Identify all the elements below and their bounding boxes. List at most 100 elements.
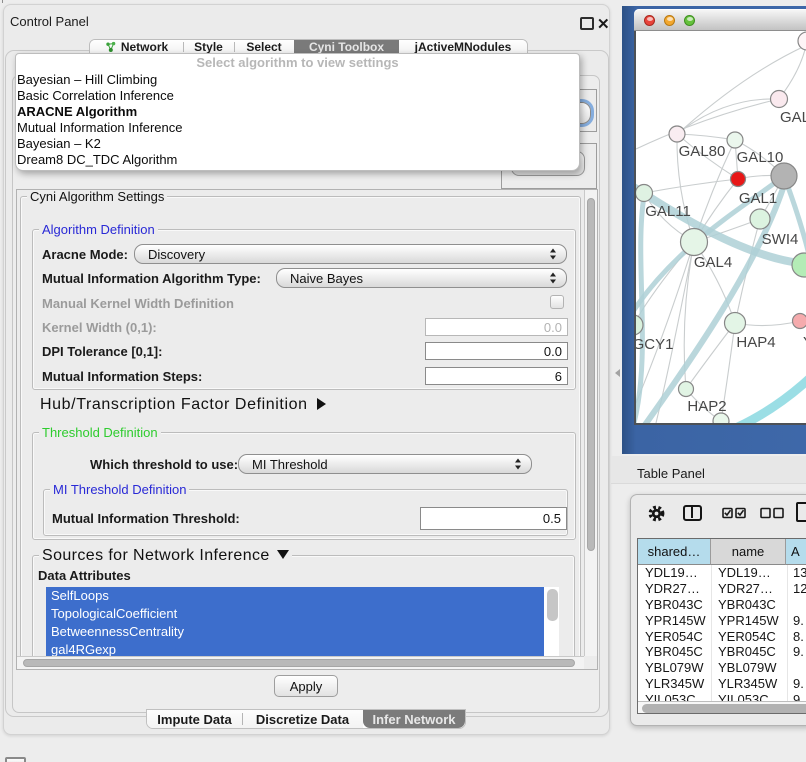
bottom-tab-bar: Impute DataDiscretize DataInfer Network xyxy=(146,709,466,729)
minimize-traffic-light-icon[interactable] xyxy=(664,15,675,26)
node-gal11[interactable] xyxy=(636,185,653,202)
algorithm-option-dream8-dc-tdc-algorithm[interactable]: Dream8 DC_TDC Algorithm xyxy=(16,152,579,168)
network-edge[interactable] xyxy=(677,134,735,140)
gear-icon[interactable] xyxy=(647,504,666,523)
table-row[interactable]: YIL053CYIL053C9 xyxy=(638,691,806,701)
table-row[interactable]: YBR043CYBR043C xyxy=(638,597,806,613)
split-columns-icon[interactable] xyxy=(683,505,702,521)
bottom-tab-impute-data[interactable]: Impute Data xyxy=(147,710,242,728)
node-gal4[interactable] xyxy=(681,229,708,256)
sources-group-title[interactable]: Sources for Network Inference xyxy=(39,548,292,563)
table-cell: 9 xyxy=(786,692,806,701)
dpi-tolerance-field[interactable]: 0.0 xyxy=(425,342,568,360)
which-threshold-combobox[interactable]: MI Threshold xyxy=(238,454,532,474)
tab-select[interactable]: Select xyxy=(234,40,294,54)
table-cell: YBR045C xyxy=(711,644,786,659)
table-row[interactable]: YPR145WYPR145W9. xyxy=(638,612,806,628)
column-header-a[interactable]: A xyxy=(786,539,806,565)
node-salmon[interactable] xyxy=(793,314,806,329)
mi-steps-field[interactable]: 6 xyxy=(425,367,568,385)
splitter-collapse-icon[interactable] xyxy=(615,369,620,377)
kernel-width-label: Kernel Width (0,1): xyxy=(42,320,157,335)
mi-threshold-field[interactable]: 0.5 xyxy=(420,507,567,530)
kernel-width-field[interactable]: 0.0 xyxy=(425,318,568,336)
which-threshold-value: MI Threshold xyxy=(252,457,328,472)
tab-cyni-toolbox[interactable]: Cyni Toolbox xyxy=(294,40,399,54)
mi-type-combobox[interactable]: Naive Bayes xyxy=(276,268,567,288)
node-gal7[interactable] xyxy=(771,91,788,108)
document-icon[interactable] xyxy=(796,502,806,522)
settings-viewport: Cyni Algorithm Settings Algorithm Defini… xyxy=(17,190,584,656)
table-cell: YIL053C xyxy=(711,692,786,701)
node-gray[interactable] xyxy=(771,163,797,189)
zoom-traffic-light-icon[interactable] xyxy=(684,15,695,26)
network-edge[interactable] xyxy=(677,99,779,134)
algorithm-option-bayesian-hill-climbing[interactable]: Bayesian – Hill Climbing xyxy=(16,72,579,88)
algorithm-definition-title: Algorithm Definition xyxy=(39,222,158,237)
table-body: YDL19…YDL19…13YDR27…YDR27…12YBR043CYBR04… xyxy=(638,565,806,701)
attribute-item-selfloops[interactable]: SelfLoops xyxy=(46,587,544,605)
network-edge[interactable] xyxy=(636,99,779,149)
vertical-scrollbar[interactable] xyxy=(584,190,597,656)
attribute-item-topologicalcoefficient[interactable]: TopologicalCoefficient xyxy=(46,605,544,623)
bottom-tab-discretize-data[interactable]: Discretize Data xyxy=(242,710,363,728)
horizontal-scrollbar[interactable] xyxy=(17,656,585,669)
select-unchecked-icon[interactable] xyxy=(760,507,784,519)
table-cell: YIL053C xyxy=(638,692,711,701)
table-horizontal-scrollbar[interactable] xyxy=(638,701,806,714)
table-cell: YBR043C xyxy=(711,597,786,612)
table-cell: 8. xyxy=(786,629,806,644)
float-window-icon[interactable] xyxy=(580,17,594,30)
close-icon[interactable]: ✕ xyxy=(597,15,610,33)
close-traffic-light-icon[interactable] xyxy=(644,15,655,26)
attribute-item-gal4rgexp[interactable]: gal4RGexp xyxy=(46,641,544,656)
attributes-list-scrollbar[interactable] xyxy=(547,589,558,621)
table-row[interactable]: YER054CYER054C8. xyxy=(638,628,806,644)
tab-network[interactable]: Network xyxy=(90,40,183,54)
column-header-shared-[interactable]: shared… xyxy=(638,539,711,565)
data-attributes-list[interactable]: SelfLoopsTopologicalCoefficientBetweenne… xyxy=(46,587,559,656)
vertical-scrollbar-thumb[interactable] xyxy=(587,198,595,551)
table-row[interactable]: YDL19…YDL19…13 xyxy=(638,565,806,581)
tab-style[interactable]: Style xyxy=(183,40,234,54)
tab-jactivemnodules[interactable]: jActiveMNodules xyxy=(399,40,527,54)
network-window-titlebar[interactable] xyxy=(634,9,806,31)
node-swi4[interactable] xyxy=(750,209,770,229)
table-row[interactable]: YLR345WYLR345W9. xyxy=(638,676,806,692)
hub-section-header[interactable]: Hub/Transcription Factor Definition xyxy=(40,396,326,414)
node-gal80[interactable] xyxy=(669,126,685,142)
aracne-mode-combobox[interactable]: Discovery xyxy=(134,244,567,264)
node-green-right[interactable] xyxy=(792,253,806,277)
table-row[interactable]: YBL079WYBL079W xyxy=(638,660,806,676)
apply-button[interactable]: Apply xyxy=(274,675,338,697)
table-cell: YBL079W xyxy=(638,660,711,675)
algorithm-option-mutual-information-inference[interactable]: Mutual Information Inference xyxy=(16,120,579,136)
dpi-tolerance-value: 0.0 xyxy=(544,344,562,359)
network-canvas[interactable]: GAL7GAL80GAL10GAL1GAL11SWI4GAL4GCY1HAP4Y… xyxy=(634,31,806,425)
node-gal10[interactable] xyxy=(727,132,743,148)
node-hap4[interactable] xyxy=(725,313,746,334)
table-cell: YBR043C xyxy=(638,597,711,612)
manual-kernel-checkbox[interactable] xyxy=(550,295,564,309)
table-row[interactable]: YBR045CYBR045C9. xyxy=(638,644,806,660)
network-edge[interactable] xyxy=(779,41,806,99)
node-gal1[interactable] xyxy=(731,172,746,187)
algorithm-option-bayesian-k2[interactable]: Bayesian – K2 xyxy=(16,136,579,152)
mi-type-value: Naive Bayes xyxy=(290,271,363,286)
column-header-name[interactable]: name xyxy=(711,539,786,565)
attribute-item-betweennesscentrality[interactable]: BetweennessCentrality xyxy=(46,623,544,641)
bottom-tab-infer-network[interactable]: Infer Network xyxy=(363,710,465,728)
table-row[interactable]: YDR27…YDR27…12 xyxy=(638,581,806,597)
algorithm-option-aracne-algorithm[interactable]: ARACNE Algorithm xyxy=(16,104,579,120)
node-top-right[interactable] xyxy=(798,32,806,50)
combo-stepper-icon xyxy=(515,459,522,470)
bottom-corner-button-fragment[interactable] xyxy=(5,757,26,762)
horizontal-scrollbar-thumb[interactable] xyxy=(23,659,575,667)
network-edge-thick[interactable] xyxy=(738,379,806,423)
table-hscrollbar-thumb[interactable] xyxy=(642,704,806,713)
network-edge[interactable] xyxy=(644,179,738,193)
combo-stepper-icon xyxy=(550,249,557,260)
select-checked-icon[interactable] xyxy=(722,507,746,519)
node-hap2[interactable] xyxy=(679,382,694,397)
algorithm-option-basic-correlation-inference[interactable]: Basic Correlation Inference xyxy=(16,88,579,104)
